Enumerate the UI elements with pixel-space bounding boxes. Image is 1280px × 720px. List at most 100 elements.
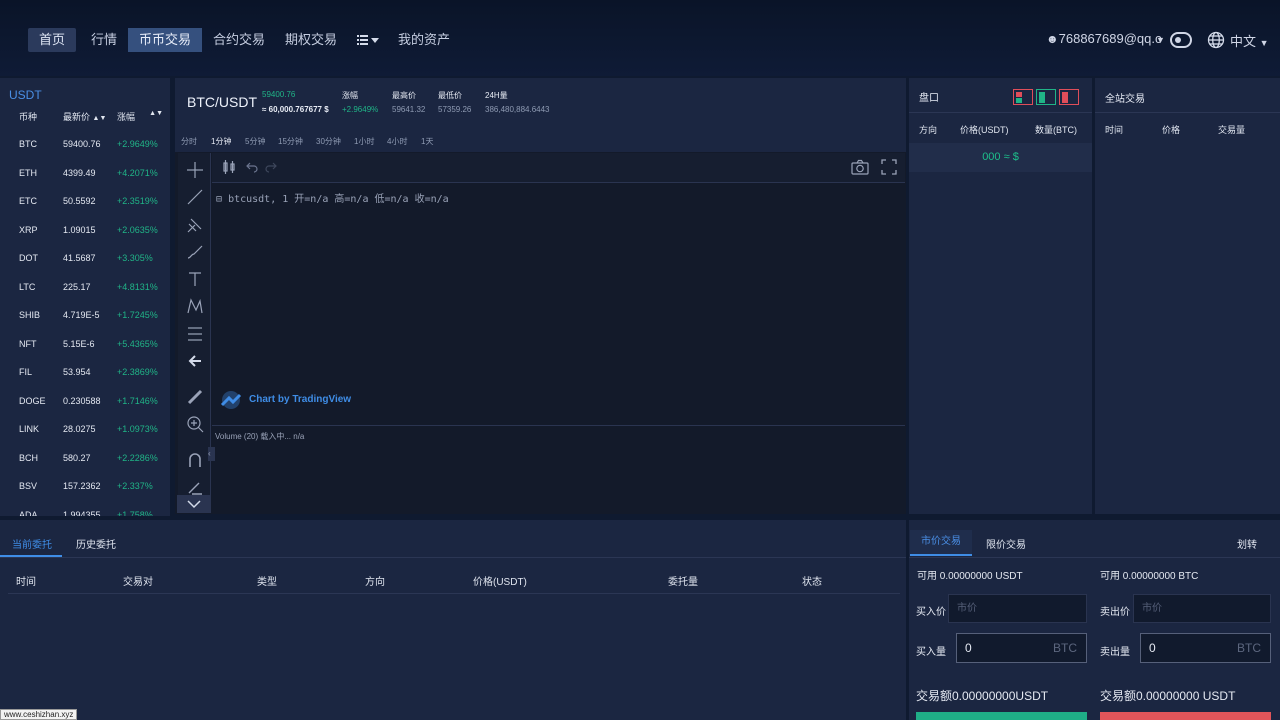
camera-icon[interactable] [851,159,869,175]
tab-order-history[interactable]: 历史委托 [76,536,116,551]
coin-price: 4399.49 [63,167,96,178]
tf-1m[interactable]: 1分钟 [211,136,231,147]
coin-row[interactable]: BCH 580.27 +2.2286% [0,453,170,481]
coin-row[interactable]: LTC 225.17 +4.8131% [0,282,170,310]
nav-spot-trading[interactable]: 币币交易 [128,28,203,52]
language-selector[interactable]: 中文 ▼ [1230,31,1269,50]
nav-futures[interactable]: 合约交易 [202,28,276,52]
nav-options[interactable]: 期权交易 [274,28,348,52]
tab-market-order[interactable]: 市价交易 [910,530,972,556]
nav-home[interactable]: 首页 [28,28,77,52]
lock-drawing-icon[interactable] [186,478,204,496]
tf-1d[interactable]: 1天 [421,136,433,147]
col-change-sort[interactable]: 涨幅 ▲▼ [117,110,163,123]
coin-row[interactable]: SHIB 4.719E-5 +1.7245% [0,310,170,338]
coin-price: 4.719E-5 [63,310,100,320]
coin-symbol: ETH [19,167,37,178]
coin-row[interactable]: DOGE 0.230588 +1.7146% [0,396,170,424]
arrow-left-icon[interactable] [186,352,204,370]
high-label: 最高价 [392,91,416,100]
volume-label: 24H量 [485,91,508,100]
buy-amount-input[interactable]: 0 BTC [956,633,1087,663]
brush-icon[interactable] [186,243,204,261]
tf-4h[interactable]: 4小时 [387,136,407,147]
toolbar-collapse-handle[interactable]: ‹ [208,447,215,461]
coin-row[interactable]: DOT 41.5687 +3.305% [0,253,170,281]
globe-icon[interactable] [1207,31,1225,49]
orderbook-title: 盘口 [919,93,939,104]
volume-value: 386,480,884.6443 [485,105,550,114]
coin-price: 0.230588 [63,395,101,406]
buy-button[interactable] [916,712,1087,720]
buy-price-input[interactable]: 市价 [948,594,1087,623]
fullscreen-icon[interactable] [881,159,897,175]
high-value: 59641.32 [392,105,426,114]
tradingview-link[interactable]: Chart by TradingView [249,394,351,405]
tradingview-logo-icon[interactable] [220,391,242,409]
pattern-icon[interactable] [186,297,204,315]
collapse-icon[interactable]: ⊟ [216,194,222,205]
zoom-in-icon[interactable] [186,415,204,433]
chart-legend: ⊟ btcusdt, 1 开=n/a 高=n/a 低=n/a 收=n/a [216,194,449,205]
toolbar-expand-button[interactable] [177,495,211,513]
chevron-down-icon[interactable]: ▼ [1156,35,1165,45]
user-icon: ☻ [1046,32,1059,46]
theme-toggle[interactable] [1170,32,1192,48]
orders-panel [0,520,906,720]
candle-style-icon[interactable] [221,159,237,175]
account-menu[interactable]: ☻768867689@qq.c [1046,31,1161,46]
coin-change: +1.758% [117,509,153,517]
last-price: 59400.76 [262,90,296,99]
coin-change: +3.305% [117,253,153,263]
coin-row[interactable]: ETH 4399.49 +4.2071% [0,168,170,196]
order-col-amount: 委托量 [668,577,698,588]
redo-icon[interactable] [264,160,278,174]
tf-30m[interactable]: 30分钟 [316,136,341,147]
sell-button[interactable] [1100,712,1271,720]
coin-symbol: DOT [19,253,38,263]
tf-1h[interactable]: 1小时 [354,136,374,147]
coin-change: +1.7146% [117,395,158,406]
coin-row[interactable]: LINK 28.0275 +1.0973% [0,424,170,452]
coin-row[interactable]: ETC 50.5592 +2.3519% [0,196,170,224]
coin-price: 1.09015 [63,224,96,235]
orderbook-view-both[interactable] [1013,89,1033,105]
coin-row[interactable]: NFT 5.15E-6 +5.4365% [0,339,170,367]
coin-price: 580.27 [63,452,91,463]
prediction-icon[interactable] [186,325,204,343]
coin-symbol: XRP [19,224,38,235]
ruler-icon[interactable] [186,388,204,406]
tf-15m[interactable]: 15分钟 [278,136,303,147]
tf-timeline[interactable]: 分时 [181,136,197,147]
list-menu-icon[interactable] [355,30,381,50]
magnet-icon[interactable] [186,451,204,469]
trend-line-icon[interactable] [186,188,204,206]
coin-row[interactable]: FIL 53.954 +2.3869% [0,367,170,395]
tab-limit-order[interactable]: 限价交易 [986,536,1026,551]
quote-currency-tab[interactable]: USDT [9,88,42,102]
orderbook-view-sell[interactable] [1059,89,1079,105]
coin-price: 225.17 [63,281,91,292]
orderbook-view-buy[interactable] [1036,89,1056,105]
nav-market[interactable]: 行情 [80,28,128,52]
coin-change: +4.2071% [117,167,158,178]
pitchfork-icon[interactable] [186,216,204,234]
coin-price: 53.954 [63,367,91,377]
coin-change: +1.0973% [117,424,158,434]
sell-price-input[interactable]: 市价 [1133,594,1271,623]
text-tool-icon[interactable] [186,270,204,288]
sell-amount-input[interactable]: 0 BTC [1140,633,1271,663]
coin-row[interactable]: ADA 1.994355 +1.758% [0,510,170,517]
transfer-button[interactable]: 划转 [1237,536,1257,551]
undo-icon[interactable] [245,160,259,174]
tab-open-orders[interactable]: 当前委托 [12,536,52,551]
coin-row[interactable]: BTC 59400.76 +2.9649% [0,139,170,167]
coin-row[interactable]: XRP 1.09015 +2.0635% [0,225,170,253]
col-price-sort[interactable]: 最新价 ▲▼ [63,110,106,123]
tf-5m[interactable]: 5分钟 [245,136,265,147]
crosshair-icon[interactable] [186,161,204,179]
nav-my-assets[interactable]: 我的资产 [387,28,461,52]
coin-row[interactable]: BSV 157.2362 +2.337% [0,481,170,509]
coin-change: +2.3869% [117,367,158,377]
coin-price: 157.2362 [63,481,101,491]
